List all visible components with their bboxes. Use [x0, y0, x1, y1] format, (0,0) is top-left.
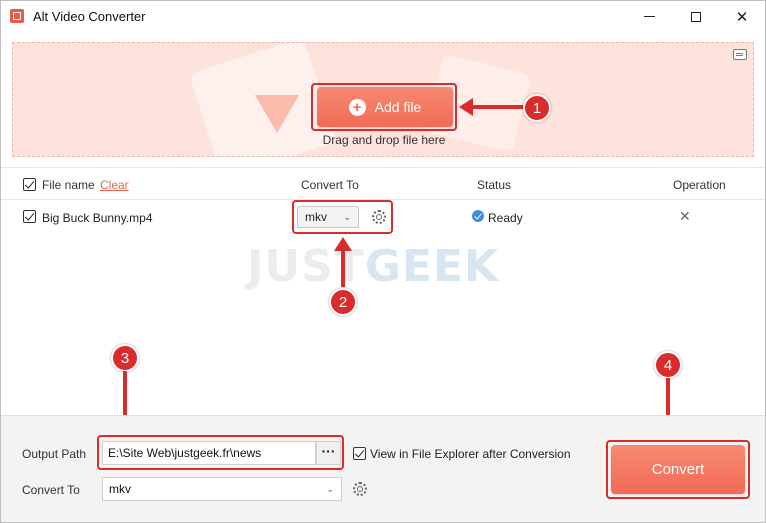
row-status: Ready: [488, 211, 523, 225]
annotation-highlight-format: [292, 200, 393, 234]
annotation-arrowhead-1: [459, 98, 473, 116]
minimize-button[interactable]: [626, 1, 672, 32]
title-bar: Alt Video Converter ✕: [1, 1, 765, 32]
maximize-button[interactable]: [673, 1, 719, 32]
annotation-arrow-2: [341, 249, 345, 287]
ready-check-icon: [472, 210, 484, 222]
view-in-explorer-label: View in File Explorer after Conversion: [370, 447, 571, 461]
view-in-explorer-checkbox[interactable]: [353, 447, 366, 460]
close-icon: ✕: [735, 8, 749, 26]
feedback-icon[interactable]: [733, 49, 747, 60]
row-file-name: Big Buck Bunny.mp4: [42, 211, 153, 225]
annotation-marker-1: 1: [523, 94, 551, 122]
annotation-marker-4: 4: [654, 351, 682, 379]
select-all-checkbox[interactable]: [23, 178, 36, 191]
maximize-icon: [691, 11, 701, 22]
drop-hint: Drag and drop file here: [322, 133, 446, 147]
browse-button[interactable]: ···: [316, 441, 341, 465]
row-checkbox[interactable]: [23, 210, 36, 223]
convert-to-value: mkv: [109, 482, 131, 496]
convert-to-label: Convert To: [22, 483, 80, 497]
convert-button[interactable]: Convert: [611, 445, 745, 494]
app-window: Alt Video Converter ✕ + Add file Drag an…: [0, 0, 766, 523]
window-title: Alt Video Converter: [33, 9, 146, 24]
video-app-icon: [10, 9, 24, 23]
convert-to-select[interactable]: mkv ⌄: [102, 477, 342, 501]
header-file-name: File name: [42, 178, 95, 192]
header-convert-to: Convert To: [301, 178, 359, 192]
format-settings-gear-icon[interactable]: [353, 482, 367, 496]
close-button[interactable]: ✕: [719, 1, 765, 32]
file-table-header: File name Clear Convert To Status Operat…: [1, 167, 765, 200]
download-arrow-illustration: [255, 95, 299, 133]
watermark-part-2: GEEK: [364, 241, 500, 292]
add-file-button[interactable]: + Add file: [317, 87, 453, 127]
add-file-label: Add file: [374, 99, 422, 115]
plus-icon: +: [348, 98, 366, 116]
annotation-marker-2: 2: [329, 288, 357, 316]
header-status: Status: [477, 178, 512, 192]
minimize-icon: [643, 16, 655, 17]
header-operation: Operation: [673, 178, 726, 192]
remove-row-icon[interactable]: ✕: [679, 208, 691, 225]
clear-link[interactable]: Clear: [100, 178, 129, 192]
output-path-label: Output Path: [22, 447, 87, 461]
annotation-arrow-3: [123, 371, 127, 421]
watermark: JUSTGEEK: [247, 241, 499, 292]
chevron-down-icon: ⌄: [326, 484, 334, 494]
annotation-arrow-1: [473, 105, 527, 109]
annotation-marker-3: 3: [111, 344, 139, 372]
output-path-input[interactable]: E:\Site Web\justgeek.fr\news: [102, 441, 316, 465]
